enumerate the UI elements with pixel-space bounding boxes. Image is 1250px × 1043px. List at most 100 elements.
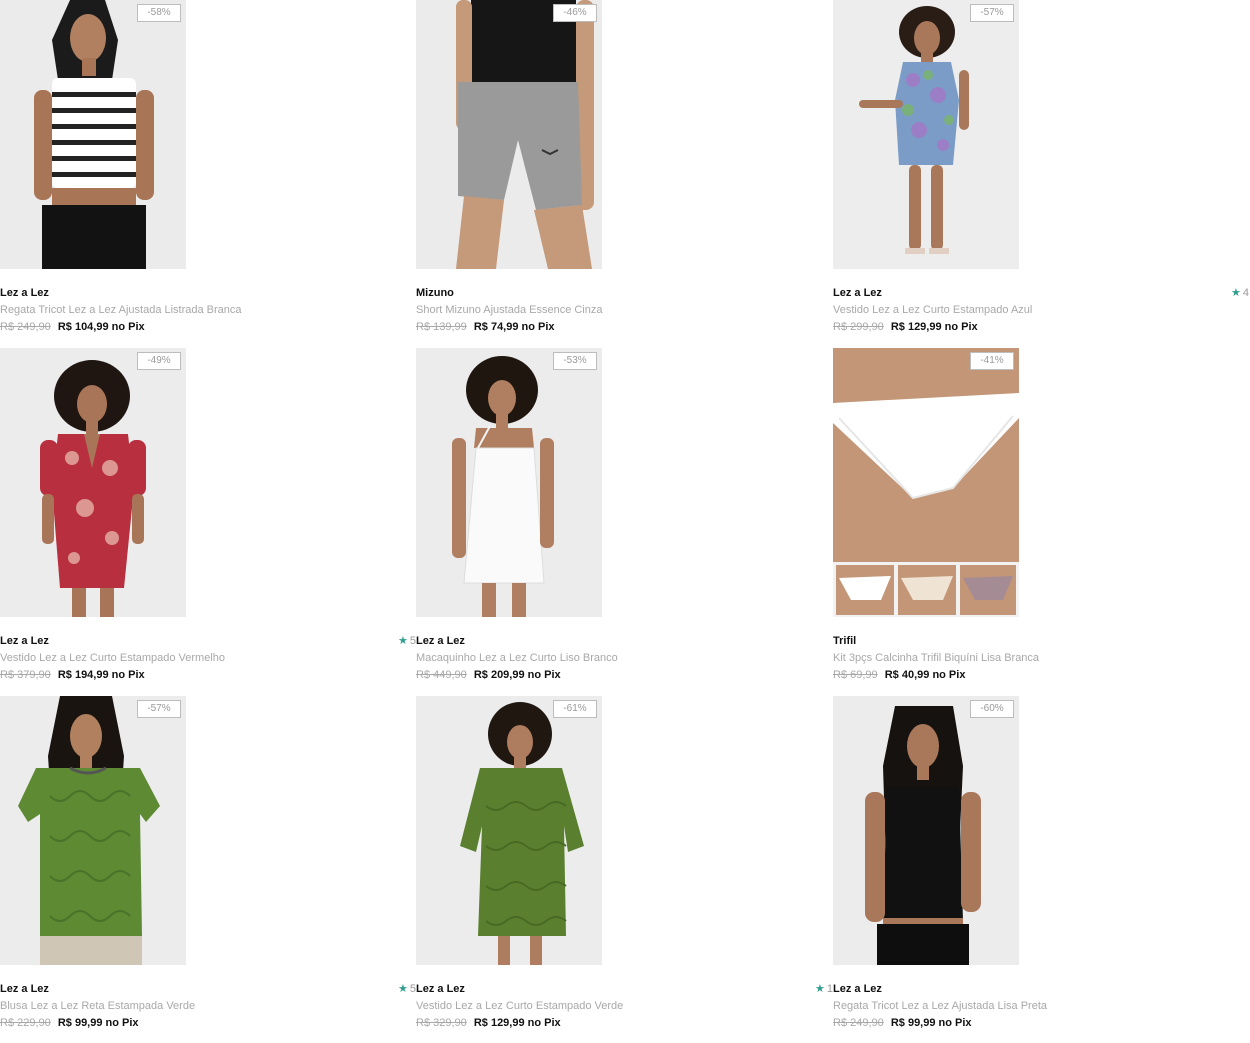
product-name[interactable]: Regata Tricot Lez a Lez Ajustada Listrad… <box>0 304 242 316</box>
pix-price: R$ 194,99 <box>57 669 109 681</box>
old-price: R$ 379,90 <box>0 669 51 681</box>
discount-badge: -58% <box>137 4 181 22</box>
pix-price: R$ 129,99 <box>890 321 942 333</box>
product-rating: ★ 5 <box>398 634 416 647</box>
product-name[interactable]: Vestido Lez a Lez Curto Estampado Azul <box>833 304 1032 316</box>
product-card[interactable]: -57% Lez a Lez Blusa Lez a Lez Reta Esta… <box>0 696 400 1036</box>
product-prices: R$ 449,90 R$ 209,99 no Pix <box>416 669 561 681</box>
product-photo-grey-shorts <box>416 0 602 269</box>
product-name[interactable]: Blusa Lez a Lez Reta Estampada Verde <box>0 1000 195 1012</box>
product-image[interactable]: -57% <box>0 696 186 965</box>
product-name[interactable]: Vestido Lez a Lez Curto Estampado Vermel… <box>0 652 225 664</box>
old-price: R$ 249,90 <box>833 1017 884 1029</box>
product-image[interactable]: -61% <box>416 696 602 965</box>
product-prices: R$ 69,99 R$ 40,99 no Pix <box>833 669 965 681</box>
product-photo-black-tank <box>833 696 1019 965</box>
product-image[interactable]: -53% <box>416 348 602 617</box>
pix-label: no Pix <box>932 669 966 681</box>
discount-badge: -57% <box>137 700 181 718</box>
product-photo-green-blouse <box>0 696 186 965</box>
product-grid: -58% Lez a Lez Regata Tricot Lez a Lez A… <box>0 0 1250 1043</box>
product-brand: Lez a Lez <box>833 287 882 299</box>
product-image[interactable]: -41% <box>833 348 1019 617</box>
product-image[interactable]: -46% <box>416 0 602 269</box>
product-card[interactable]: -46% Mizuno Short Mizuno Ajustada Essenc… <box>416 0 816 340</box>
product-photo-floral-dress-blue <box>833 0 1019 269</box>
pix-label: no Pix <box>938 1017 972 1029</box>
pix-price: R$ 129,99 <box>473 1017 525 1029</box>
pix-label: no Pix <box>527 1017 561 1029</box>
product-image[interactable]: -49% <box>0 348 186 617</box>
product-name[interactable]: Vestido Lez a Lez Curto Estampado Verde <box>416 1000 623 1012</box>
pix-label: no Pix <box>527 669 561 681</box>
discount-badge: -57% <box>970 4 1014 22</box>
product-photo-white-romper <box>416 348 602 617</box>
product-name[interactable]: Regata Tricot Lez a Lez Ajustada Lisa Pr… <box>833 1000 1047 1012</box>
product-image[interactable]: -60% <box>833 696 1019 965</box>
old-price: R$ 229,90 <box>0 1017 51 1029</box>
old-price: R$ 299,90 <box>833 321 884 333</box>
product-card[interactable]: -53% ★ 5 Lez a Lez Macaquinho Lez a Lez C… <box>398 348 816 688</box>
discount-badge: -53% <box>553 352 597 370</box>
product-prices: R$ 329,90 R$ 129,99 no Pix <box>416 1017 561 1029</box>
product-name[interactable]: Macaquinho Lez a Lez Curto Liso Branco <box>416 652 618 664</box>
discount-badge: -49% <box>137 352 181 370</box>
product-brand: Lez a Lez <box>416 635 465 647</box>
product-name[interactable]: Kit 3pçs Calcinha Trifil Biquíni Lisa Br… <box>833 652 1039 664</box>
pix-label: no Pix <box>105 1017 139 1029</box>
product-card[interactable]: -58% Lez a Lez Regata Tricot Lez a Lez A… <box>0 0 400 340</box>
product-photo-red-dress <box>0 348 186 617</box>
product-card[interactable]: -61% ★ 5 Lez a Lez Vestido Lez a Lez Curt… <box>398 696 816 1036</box>
star-icon: ★ <box>398 983 408 995</box>
discount-badge: -61% <box>553 700 597 718</box>
product-prices: R$ 249,90 R$ 99,99 no Pix <box>833 1017 972 1029</box>
product-brand: Lez a Lez <box>833 983 882 995</box>
product-card[interactable]: -57% ★ 4 Lez a Lez Vestido Lez a Lez Curt… <box>833 0 1250 340</box>
product-photo-striped-tank <box>0 0 186 269</box>
old-price: R$ 449,90 <box>416 669 467 681</box>
pix-price: R$ 209,99 <box>473 669 525 681</box>
discount-badge: -46% <box>553 4 597 22</box>
pix-label: no Pix <box>111 321 145 333</box>
product-prices: R$ 299,90 R$ 129,99 no Pix <box>833 321 978 333</box>
product-card[interactable]: -60% ★ 1 Lez a Lez Regata Tricot Lez a Le… <box>815 696 1233 1036</box>
pix-label: no Pix <box>521 321 555 333</box>
product-brand: Trifil <box>833 635 857 647</box>
rating-value: 4 <box>1242 287 1249 299</box>
pix-price: R$ 40,99 <box>884 669 930 681</box>
product-prices: R$ 139,99 R$ 74,99 no Pix <box>416 321 555 333</box>
old-price: R$ 249,90 <box>0 321 51 333</box>
product-image[interactable]: -58% <box>0 0 186 269</box>
product-prices: R$ 379,90 R$ 194,99 no Pix <box>0 669 145 681</box>
product-rating: ★ 1 <box>815 982 833 995</box>
pix-price: R$ 74,99 <box>473 321 519 333</box>
product-card[interactable]: -49% Lez a Lez Vestido Lez a Lez Curto E… <box>0 348 400 688</box>
old-price: R$ 139,99 <box>416 321 467 333</box>
product-brand: Lez a Lez <box>0 635 49 647</box>
product-photo-green-dress <box>416 696 602 965</box>
product-prices: R$ 229,90 R$ 99,99 no Pix <box>0 1017 139 1029</box>
old-price: R$ 69,99 <box>833 669 878 681</box>
pix-label: no Pix <box>944 321 978 333</box>
product-rating: ★ 4 <box>1231 286 1249 299</box>
product-brand: Lez a Lez <box>416 983 465 995</box>
old-price: R$ 329,90 <box>416 1017 467 1029</box>
pix-label: no Pix <box>111 669 145 681</box>
product-brand: Lez a Lez <box>0 983 49 995</box>
product-image[interactable]: -57% <box>833 0 1019 269</box>
product-card[interactable]: -41% Trifil Kit 3pçs Calcinha Trifil Biq… <box>833 348 1233 688</box>
star-icon: ★ <box>1231 287 1241 299</box>
discount-badge: -60% <box>970 700 1014 718</box>
product-photo-panties-kit <box>833 348 1019 617</box>
pix-price: R$ 104,99 <box>57 321 109 333</box>
discount-badge: -41% <box>970 352 1014 370</box>
pix-price: R$ 99,99 <box>57 1017 103 1029</box>
star-icon: ★ <box>815 983 825 995</box>
pix-price: R$ 99,99 <box>890 1017 936 1029</box>
product-brand: Mizuno <box>416 287 454 299</box>
product-rating: ★ 5 <box>398 982 416 995</box>
product-name[interactable]: Short Mizuno Ajustada Essence Cinza <box>416 304 603 316</box>
product-brand: Lez a Lez <box>0 287 49 299</box>
star-icon: ★ <box>398 635 408 647</box>
product-prices: R$ 249,90 R$ 104,99 no Pix <box>0 321 145 333</box>
